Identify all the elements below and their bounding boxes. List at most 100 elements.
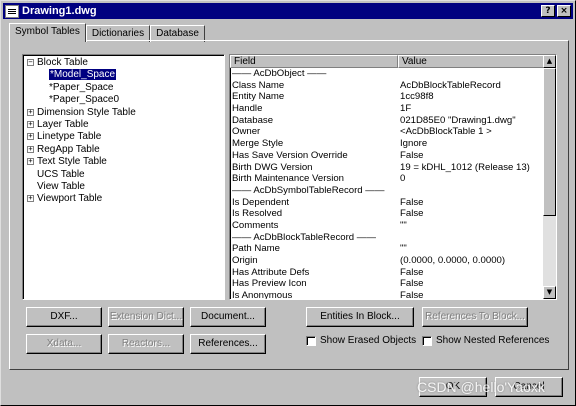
scroll-up-icon[interactable]: ▲ — [543, 55, 556, 68]
table-row[interactable]: Has Save Version Override False — [230, 150, 556, 162]
expand-icon[interactable]: + — [27, 145, 34, 153]
section-header: —— AcDbObject —— — [232, 68, 327, 79]
value-cell: 0 — [400, 173, 406, 185]
tree-item-label: View Table — [37, 180, 85, 192]
table-row[interactable]: —— AcDbObject —— — [230, 68, 556, 80]
show-nested-checkbox-box[interactable] — [422, 335, 432, 346]
tree-item-label: *Model_Space — [49, 69, 117, 81]
tree-item[interactable]: *Paper_Space — [27, 82, 224, 94]
tree-item[interactable]: *Paper_Space0 — [27, 94, 224, 106]
column-header-field[interactable]: Field — [230, 55, 398, 68]
window-title: Drawing1.dwg — [22, 5, 97, 17]
tree-item-label: *Paper_Space0 — [49, 94, 120, 106]
expand-icon[interactable]: + — [27, 120, 34, 128]
field-cell: Is Dependent — [232, 196, 290, 208]
table-row[interactable]: Origin (0.0000, 0.0000, 0.0000) — [230, 255, 556, 267]
expand-icon[interactable]: + — [27, 133, 34, 141]
table-row[interactable]: Owner <AcDbBlockTable 1 > — [230, 126, 556, 138]
tree-item[interactable]: + Linetype Table — [27, 131, 224, 143]
entities-in-block-button[interactable]: Entities In Block... — [306, 307, 414, 327]
tab-symbol-tables[interactable]: Symbol Tables — [9, 23, 86, 42]
property-grid[interactable]: Field Value —— AcDbObject —— Class Name Ac… — [229, 54, 557, 300]
vertical-scrollbar[interactable]: ▲ ▼ — [543, 55, 556, 299]
document-icon — [5, 4, 19, 18]
value-cell: False — [400, 149, 424, 161]
tree-item[interactable]: *Model_Space — [27, 69, 224, 81]
show-erased-checkbox-box[interactable] — [306, 335, 316, 346]
expand-icon[interactable]: + — [27, 158, 34, 166]
help-button[interactable]: ? — [541, 5, 555, 17]
xdata-button[interactable]: Xdata... — [26, 334, 102, 354]
show-nested-checkbox[interactable]: Show Nested References — [422, 335, 549, 346]
field-cell: Handle — [232, 103, 263, 115]
table-row[interactable]: Handle 1F — [230, 103, 556, 115]
extension-dict-button[interactable]: Extension Dict... — [108, 307, 184, 327]
expand-icon[interactable]: + — [27, 195, 34, 203]
tree-item[interactable]: + RegApp Table — [27, 144, 224, 156]
table-row[interactable]: —— AcDbSymbolTableRecord —— — [230, 185, 556, 197]
symbol-table-tree[interactable]: − Block Table *Model_Space *Paper_Space *Pap… — [22, 54, 225, 300]
table-row[interactable]: Path Name "" — [230, 243, 556, 255]
tree-item[interactable]: + Layer Table — [27, 119, 224, 131]
tree-item-label: UCS Table — [37, 168, 85, 180]
value-cell: False — [400, 196, 424, 208]
reactors-button[interactable]: Reactors... — [108, 334, 184, 354]
tree-item[interactable]: + Dimension Style Table — [27, 107, 224, 119]
collapse-icon[interactable]: − — [27, 59, 34, 66]
table-row[interactable]: Birth Maintenance Version 0 — [230, 173, 556, 185]
table-row[interactable]: Is Resolved False — [230, 208, 556, 220]
field-cell: Merge Style — [232, 138, 284, 150]
value-cell: False — [400, 266, 424, 278]
field-cell: Has Attribute Defs — [232, 266, 310, 278]
symbol-tables-panel: − Block Table *Model_Space *Paper_Space *Pap… — [9, 40, 569, 370]
table-row[interactable]: Comments "" — [230, 220, 556, 232]
scroll-thumb[interactable] — [543, 68, 556, 216]
tree-item-label: Linetype Table — [37, 131, 102, 143]
value-cell: AcDbBlockTableRecord — [400, 79, 501, 91]
section-header: —— AcDbBlockTableRecord —— — [232, 231, 376, 243]
field-cell: Is Anonymous — [232, 290, 293, 300]
dxf-button[interactable]: DXF... — [26, 307, 102, 327]
close-button[interactable]: × — [557, 5, 571, 17]
tree-item[interactable]: View Table — [27, 181, 224, 193]
tree-item-label: Text Style Table — [37, 156, 107, 168]
watermark: CSDN @hello'Yaoxk — [417, 379, 545, 395]
value-cell: <AcDbBlockTable 1 > — [400, 126, 492, 138]
show-nested-label: Show Nested References — [436, 335, 550, 346]
field-cell: Has Save Version Override — [232, 149, 348, 161]
value-cell: 1F — [400, 103, 412, 115]
tree-item[interactable]: + Text Style Table — [27, 156, 224, 168]
tree-item[interactable]: UCS Table — [27, 169, 224, 181]
table-row[interactable]: Has Preview Icon False — [230, 278, 556, 290]
document-button[interactable]: Document... — [190, 307, 266, 327]
show-erased-checkbox[interactable]: Show Erased Objects — [306, 335, 416, 346]
tree-item[interactable]: + Viewport Table — [27, 193, 224, 205]
field-cell: Birth Maintenance Version — [232, 173, 344, 185]
table-row[interactable]: Merge Style Ignore — [230, 138, 556, 150]
value-cell: "" — [400, 219, 407, 231]
tree-item[interactable]: − Block Table — [27, 57, 224, 69]
references-to-block-button[interactable]: References To Block... — [422, 307, 528, 327]
table-row[interactable]: Birth DWG Version 19 = kDHL_1012 (Release… — [230, 162, 556, 174]
scroll-down-icon[interactable]: ▼ — [543, 286, 556, 299]
value-cell: Ignore — [400, 138, 428, 150]
field-cell: Origin — [232, 255, 258, 266]
field-cell: Owner — [232, 126, 261, 138]
tree-item-label: Layer Table — [37, 118, 89, 130]
tree-item-label: Block Table — [37, 57, 88, 68]
tree-item-label: *Paper_Space — [49, 81, 114, 93]
table-row[interactable]: Is Dependent False — [230, 197, 556, 209]
table-row[interactable]: Entity Name 1cc98f8 — [230, 91, 556, 103]
title-bar[interactable]: Drawing1.dwg ? × — [3, 3, 573, 19]
table-row[interactable]: Has Attribute Defs False — [230, 267, 556, 279]
references-button[interactable]: References... — [190, 334, 266, 354]
expand-icon[interactable]: + — [27, 108, 34, 116]
column-header-value[interactable]: Value — [398, 55, 544, 68]
table-row[interactable]: Is Anonymous False — [230, 290, 556, 300]
field-cell: Entity Name — [232, 91, 285, 103]
value-cell: 021D85E0 "Drawing1.dwg" — [400, 114, 516, 126]
table-row[interactable]: Database 021D85E0 "Drawing1.dwg" — [230, 115, 556, 127]
table-row[interactable]: —— AcDbBlockTableRecord —— — [230, 232, 556, 244]
table-row[interactable]: Class Name AcDbBlockTableRecord — [230, 80, 556, 92]
tab-strip: Symbol Tables Dictionaries Database — [9, 23, 205, 42]
